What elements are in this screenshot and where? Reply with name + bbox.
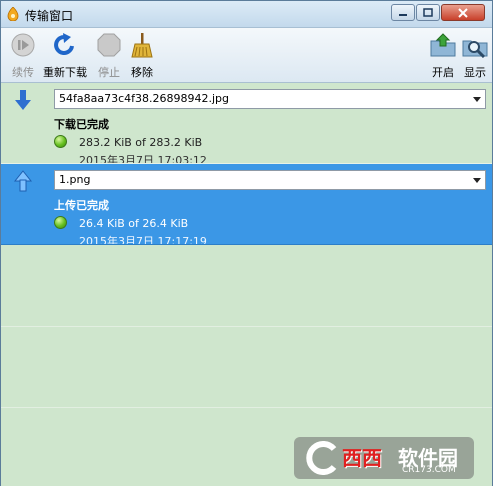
file-select[interactable]: 1.png (54, 170, 486, 190)
minimize-button[interactable] (391, 4, 415, 21)
transfer-window: 传输窗口 续传 重新下载 停止 移除 开启 显示 54fa8aa73c4f38.… (0, 0, 493, 486)
row-divider (1, 326, 492, 327)
watermark-c-icon (306, 441, 337, 475)
open-folder-icon (430, 33, 456, 57)
close-icon (458, 7, 468, 18)
remove-label: 移除 (131, 66, 153, 79)
watermark-logo: 西西 软件园 CR173.COM (294, 437, 474, 479)
transfer-row-selected[interactable]: 1.png 上传已完成 26.4 KiB of 26.4 KiB 2015年3月… (1, 164, 492, 245)
transfer-size: 26.4 KiB of 26.4 KiB (79, 217, 189, 230)
transfer-status: 下载已完成 (54, 118, 109, 131)
watermark-brand: 西西 (342, 446, 382, 470)
broom-icon (131, 33, 153, 58)
maximize-button[interactable] (416, 4, 440, 21)
status-ok-icon (54, 135, 67, 148)
watermark-url: CR173.COM (402, 465, 456, 475)
show-button[interactable]: 显示 (460, 32, 490, 80)
remove-button[interactable]: 移除 (127, 32, 157, 80)
title-bar[interactable]: 传输窗口 (1, 1, 492, 28)
open-label: 开启 (432, 66, 454, 79)
download-arrow-icon (15, 90, 31, 110)
transfer-size: 283.2 KiB of 283.2 KiB (79, 136, 203, 149)
resume-button[interactable]: 续传 (8, 32, 38, 80)
app-icon (7, 7, 19, 21)
toolbar: 续传 重新下载 停止 移除 开启 显示 (1, 28, 492, 83)
upload-arrow-icon (13, 170, 33, 192)
chevron-down-icon[interactable] (473, 97, 481, 102)
open-button[interactable]: 开启 (428, 32, 458, 80)
window-controls (390, 4, 485, 22)
maximize-icon (423, 7, 433, 17)
stop-label: 停止 (98, 66, 120, 79)
transfer-status: 上传已完成 (54, 199, 109, 212)
minimize-icon (399, 13, 407, 16)
stop-button[interactable]: 停止 (94, 32, 124, 80)
refresh-icon (54, 33, 74, 55)
file-select[interactable]: 54fa8aa73c4f38.26898942.jpg (54, 89, 486, 109)
resume-label: 续传 (12, 66, 34, 79)
close-button[interactable] (441, 4, 485, 21)
status-ok-icon (54, 216, 67, 229)
row-divider (1, 407, 492, 408)
transfer-row[interactable]: 54fa8aa73c4f38.26898942.jpg 下载已完成 283.2 … (1, 83, 492, 164)
redownload-label: 重新下载 (43, 66, 87, 79)
chevron-down-icon[interactable] (473, 178, 481, 183)
show-label: 显示 (464, 66, 486, 79)
redownload-button[interactable]: 重新下载 (41, 32, 89, 80)
stop-icon (97, 33, 121, 57)
transfer-list[interactable]: 54fa8aa73c4f38.26898942.jpg 下载已完成 283.2 … (1, 83, 492, 486)
file-name: 1.png (59, 173, 91, 186)
window-title: 传输窗口 (25, 9, 74, 23)
file-name: 54fa8aa73c4f38.26898942.jpg (59, 92, 230, 105)
transfer-time: 2015年3月7日 17:17:19 (79, 235, 207, 244)
resume-icon (11, 33, 35, 57)
show-folder-icon (462, 40, 488, 59)
transfer-time: 2015年3月7日 17:03:12 (79, 154, 207, 163)
